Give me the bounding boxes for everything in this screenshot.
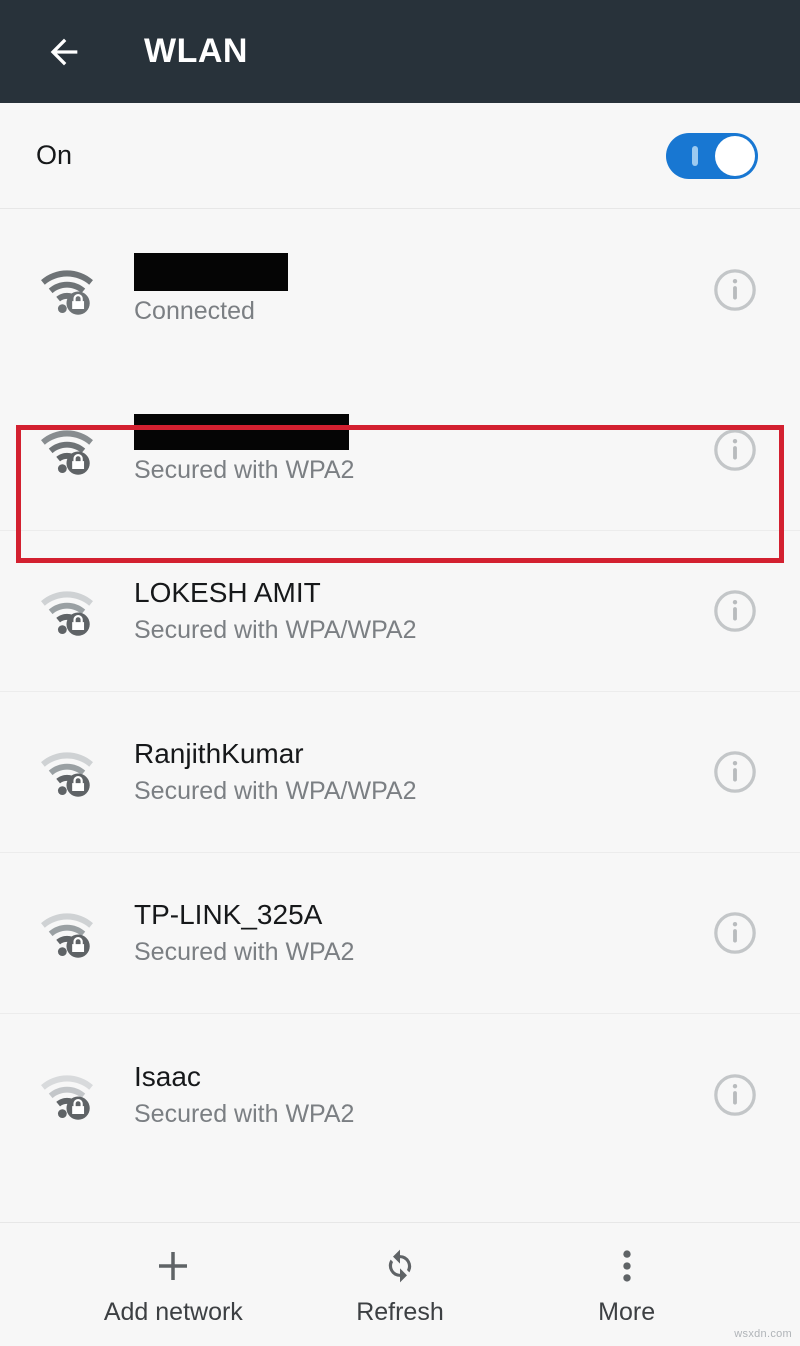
- network-status: Connected: [134, 296, 255, 325]
- refresh-button[interactable]: Refresh: [325, 1244, 475, 1326]
- info-icon[interactable]: [712, 427, 758, 473]
- wifi-lock-icon: [36, 259, 98, 321]
- arrow-left-icon: [50, 38, 78, 65]
- network-ssid: TP-LINK_325A: [134, 899, 323, 930]
- network-row[interactable]: RanjithKumar Secured with WPA/WPA2: [0, 692, 800, 853]
- app-bar: WLAN: [0, 0, 800, 103]
- wifi-lock-icon: [36, 741, 98, 803]
- network-row-connected[interactable]: Connected: [0, 209, 800, 370]
- network-list: Connected Secured with WPA2 LOKESH AMIT …: [0, 209, 800, 1222]
- network-ssid-redacted: [134, 252, 288, 291]
- network-text-block: Connected: [134, 252, 692, 327]
- bottom-action-bar: Add network Refresh More: [0, 1222, 800, 1346]
- wifi-lock-icon: [36, 580, 98, 642]
- network-row[interactable]: Isaac Secured with WPA2: [0, 1014, 800, 1175]
- back-button[interactable]: [36, 24, 92, 80]
- info-icon[interactable]: [712, 910, 758, 956]
- add-network-label: Add network: [103, 1297, 243, 1326]
- network-status: Secured with WPA/WPA2: [134, 616, 417, 644]
- add-network-button[interactable]: Add network: [98, 1244, 248, 1326]
- more-button[interactable]: More: [552, 1244, 702, 1326]
- wifi-lock-icon: [36, 419, 98, 481]
- network-row[interactable]: TP-LINK_325A Secured with WPA2: [0, 853, 800, 1014]
- refresh-icon: [380, 1244, 420, 1288]
- toggle-knob: [715, 135, 755, 176]
- network-ssid-redacted: [134, 414, 349, 450]
- watermark: wsxdn.com: [734, 1328, 792, 1340]
- wifi-switch-row[interactable]: On: [0, 103, 800, 209]
- network-row[interactable]: Secured with WPA2: [0, 370, 800, 531]
- wlan-settings-screen: WLAN On Connected Secured with WPA2 LOKE…: [0, 0, 800, 1346]
- network-status: Secured with WPA/WPA2: [134, 777, 417, 805]
- wifi-switch-label: On: [36, 140, 73, 170]
- network-text-block: TP-LINK_325A Secured with WPA2: [134, 898, 692, 968]
- info-icon[interactable]: [712, 749, 758, 795]
- info-icon[interactable]: [712, 1072, 758, 1118]
- network-text-block: RanjithKumar Secured with WPA/WPA2: [134, 737, 692, 807]
- network-ssid: RanjithKumar: [134, 738, 304, 769]
- more-label: More: [598, 1297, 656, 1326]
- overflow-menu-icon: [612, 1244, 642, 1288]
- info-icon[interactable]: [712, 588, 758, 634]
- refresh-label: Refresh: [356, 1297, 444, 1326]
- plus-icon: [152, 1244, 194, 1288]
- network-status: Secured with WPA2: [134, 938, 355, 966]
- info-icon[interactable]: [712, 267, 758, 313]
- network-text-block: Isaac Secured with WPA2: [134, 1060, 692, 1130]
- network-text-block: LOKESH AMIT Secured with WPA/WPA2: [134, 576, 692, 646]
- wifi-lock-icon: [36, 902, 98, 964]
- wifi-toggle-switch[interactable]: [666, 132, 758, 179]
- network-row[interactable]: LOKESH AMIT Secured with WPA/WPA2: [0, 531, 800, 692]
- page-title: WLAN: [144, 32, 248, 70]
- network-ssid: LOKESH AMIT: [134, 577, 321, 608]
- network-status: Secured with WPA2: [134, 456, 355, 484]
- network-status: Secured with WPA2: [134, 1099, 355, 1128]
- toggle-on-mark: [692, 145, 698, 166]
- network-ssid: Isaac: [134, 1060, 201, 1092]
- network-text-block: Secured with WPA2: [134, 414, 692, 486]
- wifi-lock-icon: [36, 1064, 98, 1126]
